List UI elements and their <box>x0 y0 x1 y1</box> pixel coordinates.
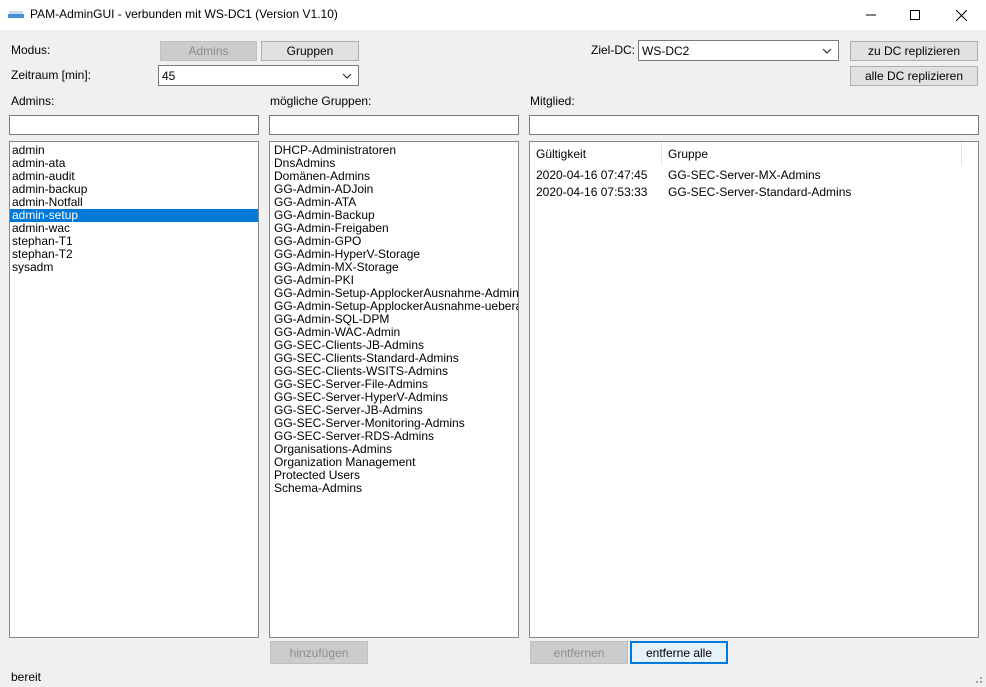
member-listview-header: Gültigkeit Gruppe <box>530 142 978 166</box>
target-dc-value: WS-DC2 <box>642 43 690 58</box>
column-header-group[interactable]: Gruppe <box>662 142 962 166</box>
target-dc-dropdown[interactable]: WS-DC2 <box>638 40 839 61</box>
chevron-down-icon <box>342 73 352 79</box>
maximize-button[interactable] <box>892 0 938 30</box>
table-row[interactable]: 2020-04-16 07:47:45 GG-SEC-Server-MX-Admi… <box>530 167 978 184</box>
window-title: PAM-AdminGUI - verbunden mit WS-DC1 (Ver… <box>30 7 338 21</box>
timeframe-value: 45 <box>162 68 176 83</box>
resize-grip-icon[interactable] <box>971 672 983 684</box>
column-header-validity[interactable]: Gültigkeit <box>530 142 662 166</box>
member-label: Mitglied: <box>530 94 575 108</box>
admins-filter-input[interactable] <box>9 115 259 135</box>
timeframe-label: Zeitraum [min]: <box>11 68 92 82</box>
app-icon <box>8 11 24 18</box>
cell-validity: 2020-04-16 07:53:33 <box>536 185 648 199</box>
remove-button[interactable]: entfernen <box>530 641 628 664</box>
admins-mode-button[interactable]: Admins <box>160 41 257 61</box>
minimize-button[interactable] <box>848 0 894 30</box>
minimize-icon <box>866 14 876 16</box>
close-button[interactable] <box>938 0 984 30</box>
admins-listbox[interactable]: admin admin-ata admin-audit admin-backup adm… <box>9 141 259 638</box>
groups-mode-button[interactable]: Gruppen <box>261 41 359 61</box>
chevron-down-icon <box>822 48 832 54</box>
remove-all-button[interactable]: entferne alle <box>630 641 728 664</box>
close-icon <box>955 9 967 21</box>
groups-listbox[interactable]: DHCP-Administratoren DnsAdmins Domänen-Adm… <box>269 141 519 638</box>
title-bar[interactable]: PAM-AdminGUI - verbunden mit WS-DC1 (Ver… <box>0 0 986 30</box>
list-item[interactable]: sysadm <box>10 261 258 274</box>
groups-filter-input[interactable] <box>269 115 519 135</box>
cell-group: GG-SEC-Server-Standard-Admins <box>668 185 852 199</box>
table-row[interactable]: 2020-04-16 07:53:33 GG-SEC-Server-Standar… <box>530 184 978 201</box>
admins-label: Admins: <box>11 94 55 108</box>
target-dc-label: Ziel-DC: <box>591 43 635 57</box>
replicate-all-dc-button[interactable]: alle DC replizieren <box>850 66 978 86</box>
list-item[interactable]: Schema-Admins <box>272 482 518 495</box>
member-listview[interactable]: Gültigkeit Gruppe 2020-04-16 07:47:45 GG-… <box>529 141 979 638</box>
member-filter-input[interactable] <box>529 115 979 135</box>
cell-group: GG-SEC-Server-MX-Admins <box>668 168 821 182</box>
replicate-dc-button[interactable]: zu DC replizieren <box>850 41 978 61</box>
maximize-icon <box>910 10 920 20</box>
status-text: bereit <box>11 670 42 684</box>
groups-label: mögliche Gruppen: <box>270 94 372 108</box>
timeframe-dropdown[interactable]: 45 <box>158 65 359 86</box>
cell-validity: 2020-04-16 07:47:45 <box>536 168 648 182</box>
add-button[interactable]: hinzufügen <box>270 641 368 664</box>
mode-label: Modus: <box>11 43 51 57</box>
